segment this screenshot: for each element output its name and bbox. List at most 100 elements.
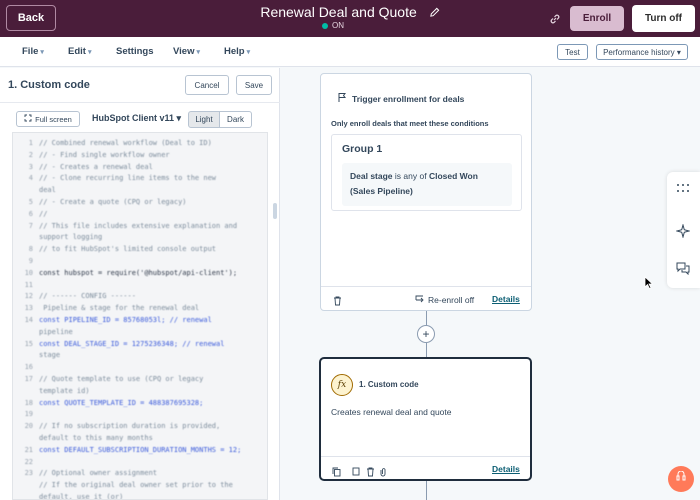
performance-history-label[interactable]: Performance history [603, 48, 675, 57]
line-number: 15 [24, 339, 33, 348]
status-dot-icon [322, 22, 328, 29]
client-version-label[interactable]: HubSpot Client v11 [92, 113, 174, 123]
turn-off-button[interactable]: Turn off [632, 5, 695, 32]
line-number: 23 [24, 469, 33, 478]
code-text: // - Create a quote (CPQ or legacy) [39, 198, 187, 206]
code-text: // to fit HubSpot's limited console outp… [39, 245, 217, 254]
comments-icon[interactable] [676, 262, 690, 280]
code-line: 13 Pipeline & stage for the renewal deal [13, 302, 200, 314]
line-number: 20 [24, 422, 33, 431]
line-number: 3 [28, 162, 33, 171]
code-line: 12 // ------ CONFIG ------ [13, 290, 136, 302]
code-line: 16 [13, 361, 39, 373]
trigger-details-link[interactable]: Details [492, 294, 520, 304]
link-icon[interactable] [549, 12, 561, 30]
connector-line [426, 311, 427, 325]
editor-scrollbar[interactable] [273, 203, 277, 219]
code-line: 19 [13, 408, 39, 420]
help-chat-button[interactable] [668, 466, 694, 492]
group-title: Group 1 [342, 143, 383, 155]
trigger-card-footer: Re-enroll off Details [321, 286, 531, 310]
code-line: 7 // This file includes extensive explana… [13, 220, 237, 232]
full-screen-button[interactable]: Full screen [16, 111, 80, 127]
client-version-select[interactable]: HubSpot Client v11 ▾ [92, 113, 181, 124]
chat-icon [675, 470, 687, 488]
action-description: Creates renewal deal and quote [331, 407, 452, 417]
code-line: stage [13, 349, 60, 361]
line-number: 1 [28, 139, 33, 147]
trash-icon[interactable] [366, 464, 375, 482]
workflow-status: ON [322, 21, 344, 30]
workflow-title-text[interactable]: Renewal Deal and Quote [260, 4, 416, 20]
code-line: default, use it (or) [13, 491, 124, 500]
trigger-header: Trigger enrollment for deals [337, 92, 464, 105]
code-text: const DEFAULT_SUBSCRIPTION_DURATION_MONT… [39, 445, 242, 454]
test-button[interactable]: Test [557, 44, 588, 60]
code-text: default, use it (or) [39, 493, 124, 500]
clone-icon[interactable] [352, 464, 361, 482]
chevron-down-icon: ▾ [246, 49, 251, 56]
menu-file-label[interactable]: File [22, 46, 38, 57]
trash-icon[interactable] [333, 293, 342, 311]
filter-property: Deal stage [350, 171, 393, 181]
menu-edit[interactable]: Edit ▾ [68, 46, 91, 57]
status-label: ON [332, 21, 344, 30]
performance-history-button[interactable]: Performance history ▾ [596, 44, 688, 60]
code-text: Pipeline & stage for the renewal deal [39, 304, 200, 313]
line-number: 9 [28, 257, 33, 265]
line-number: 2 [28, 150, 33, 159]
code-text: stage [39, 351, 61, 360]
menu-edit-label[interactable]: Edit [68, 46, 86, 57]
pencil-icon[interactable] [429, 5, 440, 21]
enroll-button[interactable]: Enroll [570, 6, 624, 31]
right-tool-rail [667, 172, 700, 288]
trigger-card[interactable]: Trigger enrollment for deals Only enroll… [320, 73, 532, 311]
code-text: // ------ CONFIG ------ [39, 292, 136, 301]
cancel-button[interactable]: Cancel [185, 75, 229, 95]
line-number: 14 [24, 316, 33, 324]
menu-help-label[interactable]: Help [224, 46, 245, 57]
code-editor[interactable]: 1 // Combined renewal workflow (Deal to I… [12, 132, 268, 500]
save-button[interactable]: Save [236, 75, 272, 95]
code-text: // Combined renewal workflow (Deal to ID… [39, 139, 212, 147]
theme-light-button[interactable]: Light [188, 111, 220, 128]
filter-group[interactable]: Group 1 Deal stage is any of Closed Won … [331, 134, 522, 211]
grid-icon[interactable] [676, 181, 690, 199]
code-line: 22 [13, 456, 39, 468]
line-number: 7 [28, 221, 33, 230]
action-title: 1. Custom code [359, 380, 419, 389]
connector-line [426, 343, 427, 357]
code-text: template id) [39, 386, 90, 395]
editor-toolbar: Full screen HubSpot Client v11 ▾ Light D… [12, 108, 268, 132]
copy-icon[interactable] [332, 464, 341, 482]
sparkle-icon[interactable] [675, 223, 691, 243]
re-enroll-toggle[interactable]: Re-enroll off [415, 294, 474, 305]
action-details-link[interactable]: Details [492, 464, 520, 474]
conditions-text: Only enroll deals that meet these condit… [331, 119, 489, 128]
menu-help[interactable]: Help ▾ [224, 46, 250, 57]
menu-file[interactable]: File ▾ [22, 46, 44, 57]
line-number: 19 [24, 410, 33, 419]
code-text: // - Find single workflow owner [39, 150, 170, 159]
line-number: 16 [24, 363, 33, 372]
menu-bar: File ▾ Edit ▾ Settings View ▾ Help ▾ Test Pe… [0, 37, 700, 67]
code-line: deal [13, 184, 56, 196]
theme-dark-button[interactable]: Dark [220, 111, 252, 128]
menu-view[interactable]: View ▾ [173, 46, 200, 57]
code-text: // If the original deal owner set prior … [39, 481, 233, 490]
line-number: 10 [24, 268, 33, 277]
re-enroll-icon [415, 294, 425, 305]
menu-view-label[interactable]: View [173, 46, 194, 57]
custom-code-action-card[interactable]: fx 1. Custom code Creates renewal deal a… [319, 357, 532, 481]
line-number: 11 [24, 280, 33, 289]
code-line: 10 const hubspot = require('@hubspot/api-… [13, 267, 238, 279]
code-line: 11 [13, 279, 39, 291]
attachment-icon[interactable] [379, 464, 387, 482]
menu-settings[interactable]: Settings [116, 46, 153, 57]
code-line: 14 const PIPELINE_ID = 85768053l; // rene… [13, 314, 212, 326]
code-text: // - Clone recurring line items to the n… [39, 174, 217, 183]
line-number: 17 [24, 375, 33, 383]
filter-condition: Deal stage is any of Closed Won (Sales P… [342, 163, 512, 206]
add-action-button[interactable]: + [417, 325, 435, 343]
code-line: 18 const QUOTE_TEMPLATE_ID = 488387695328… [13, 397, 204, 409]
